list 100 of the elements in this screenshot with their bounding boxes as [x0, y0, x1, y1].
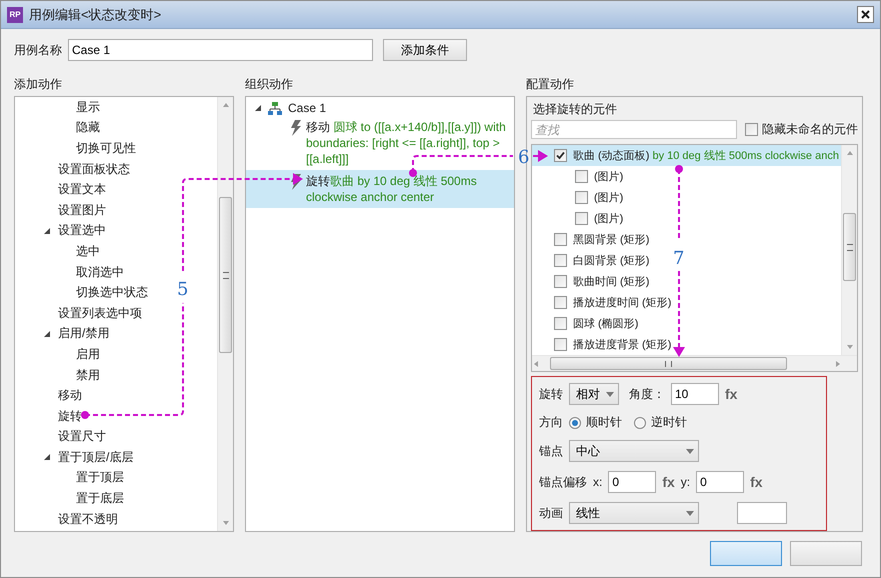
- scroll-up-icon[interactable]: [222, 101, 230, 109]
- action-type-item[interactable]: 置于顶层/底层: [58, 448, 134, 466]
- action-item[interactable]: 移动 圆球 to ([[a.x+140/b]],[[a.y]]) with boundaries: [right <= [[a.right]], top > [[a.left]]]: [246, 116, 514, 170]
- field-label: 动画: [539, 504, 563, 522]
- scrollbar-thumb[interactable]: [550, 357, 787, 370]
- scroll-up-icon[interactable]: [846, 149, 854, 157]
- fx-button[interactable]: fx: [662, 474, 675, 490]
- scroll-left-icon[interactable]: [532, 360, 540, 368]
- action-type-item[interactable]: 切换选中状态: [76, 284, 148, 302]
- radio-label[interactable]: 逆时针: [651, 414, 687, 431]
- action-type-item[interactable]: 显示: [76, 98, 100, 116]
- action-type-item[interactable]: 置于顶层: [76, 469, 124, 486]
- scrollbar-thumb[interactable]: [219, 197, 232, 353]
- fx-button[interactable]: fx: [750, 474, 763, 490]
- scroll-down-icon[interactable]: [846, 343, 854, 351]
- widget-item[interactable]: 播放进度时间 (矩形): [532, 292, 676, 313]
- window-title: 用例编辑<状态改变时>: [29, 6, 162, 24]
- checkbox[interactable]: [554, 254, 567, 267]
- action-type-item[interactable]: 禁用: [76, 366, 100, 384]
- checkbox[interactable]: [554, 275, 567, 288]
- radio-button[interactable]: [634, 416, 646, 428]
- section-heading: 添加动作: [14, 76, 63, 92]
- checkbox[interactable]: [745, 123, 758, 136]
- anchor-dropdown[interactable]: 中心: [569, 440, 699, 462]
- annotation-number: 6: [518, 147, 530, 168]
- widget-item[interactable]: 黑圆背景 (矩形): [532, 229, 654, 250]
- duration-field[interactable]: [737, 502, 787, 524]
- expanded-triangle-icon[interactable]: [43, 330, 51, 338]
- action-type-item[interactable]: 设置文本: [58, 181, 106, 198]
- widget-item[interactable]: (图片): [532, 166, 628, 187]
- widget-item[interactable]: 歌曲时间 (矩形): [532, 271, 654, 292]
- checkbox[interactable]: [554, 296, 567, 309]
- case-tree-icon: [268, 102, 282, 114]
- radio-button[interactable]: [569, 416, 581, 428]
- section-label: 选择旋转的元件: [532, 101, 618, 117]
- expanded-triangle-icon[interactable]: [254, 104, 262, 112]
- widget-item[interactable]: 播放进度背景 (矩形): [532, 334, 676, 355]
- action-text: 旋转歌曲 by 10 deg 线性 500ms clockwise anchor center: [306, 173, 478, 205]
- action-type-item[interactable]: 隐藏: [76, 119, 100, 136]
- action-type-item[interactable]: 设置列表选中项: [58, 304, 142, 322]
- field-label: x:: [593, 475, 602, 489]
- action-type-item[interactable]: 切换可见性: [76, 140, 136, 157]
- checkbox[interactable]: [554, 317, 567, 330]
- dropdown-caret-icon: [686, 448, 694, 454]
- action-type-item[interactable]: 设置选中: [58, 222, 106, 240]
- close-button[interactable]: [857, 6, 874, 23]
- action-type-item[interactable]: 设置尺寸: [58, 428, 106, 446]
- fx-button[interactable]: fx: [725, 386, 738, 402]
- radio-label[interactable]: 顺时针: [586, 414, 622, 431]
- section-heading: 组织动作: [245, 76, 294, 92]
- expanded-triangle-icon[interactable]: [43, 453, 51, 462]
- action-type-item[interactable]: 启用: [76, 346, 100, 363]
- action-type-item[interactable]: 设置面板状态: [58, 160, 130, 178]
- checkbox[interactable]: [554, 233, 567, 246]
- action-type-item[interactable]: 移动: [58, 387, 82, 404]
- easing-dropdown[interactable]: 线性: [569, 502, 699, 524]
- expanded-triangle-icon[interactable]: [43, 226, 51, 235]
- field-label: 角度：: [629, 386, 665, 402]
- offset-x-field[interactable]: 0: [608, 471, 656, 493]
- action-type-item[interactable]: 取消选中: [76, 264, 124, 281]
- field-label: 用例名称: [14, 42, 63, 58]
- angle-field[interactable]: 10: [671, 383, 719, 405]
- widget-item[interactable]: (图片): [532, 187, 628, 208]
- field-label: 方向: [539, 414, 563, 431]
- widget-item[interactable]: 圆球 (椭圆形): [532, 313, 642, 334]
- action-type-item[interactable]: 选中: [76, 242, 100, 260]
- annotation-number: 7: [673, 248, 684, 269]
- dropdown-caret-icon: [686, 510, 694, 516]
- checkbox[interactable]: [554, 149, 567, 162]
- checkbox[interactable]: [575, 212, 588, 225]
- action-type-item[interactable]: 启用/禁用: [58, 325, 110, 342]
- dropdown-caret-icon: [606, 392, 614, 396]
- scrollbar-thumb[interactable]: [843, 213, 856, 281]
- widget-item[interactable]: 白圆背景 (矩形): [532, 250, 654, 271]
- field-label: y:: [680, 475, 690, 489]
- checkbox[interactable]: [575, 191, 588, 204]
- lightning-icon: [290, 120, 302, 136]
- rotate-mode-dropdown[interactable]: 相对: [569, 383, 619, 405]
- section-heading: 配置动作: [526, 76, 575, 92]
- field-label: 旋转: [539, 386, 563, 402]
- case-label[interactable]: Case 1: [288, 101, 326, 115]
- action-type-item[interactable]: 置于底层: [76, 490, 124, 508]
- checkbox[interactable]: [554, 338, 567, 351]
- checkbox-label[interactable]: 隐藏未命名的元件: [762, 121, 858, 138]
- add-condition-button[interactable]: 添加条件: [383, 39, 467, 61]
- action-type-item[interactable]: 旋转: [58, 408, 82, 425]
- search-field[interactable]: 查找: [531, 120, 737, 139]
- action-type-item[interactable]: 设置图片: [58, 202, 106, 219]
- dialog-button[interactable]: [710, 541, 782, 566]
- dialog-button[interactable]: [790, 541, 862, 566]
- scroll-down-icon[interactable]: [222, 519, 230, 527]
- field-label: 锚点: [539, 442, 563, 460]
- scroll-right-icon[interactable]: [834, 360, 842, 368]
- action-item[interactable]: 旋转歌曲 by 10 deg 线性 500ms clockwise anchor center: [246, 170, 514, 208]
- checkbox[interactable]: [575, 170, 588, 183]
- widget-item[interactable]: 歌曲 (动态面板) by 10 deg 线性 500ms clockwise anch: [532, 145, 841, 166]
- case-name-field[interactable]: Case 1: [68, 39, 373, 61]
- widget-item[interactable]: (图片): [532, 208, 628, 229]
- offset-y-field[interactable]: 0: [696, 471, 744, 493]
- action-type-item[interactable]: 设置不透明: [58, 510, 118, 528]
